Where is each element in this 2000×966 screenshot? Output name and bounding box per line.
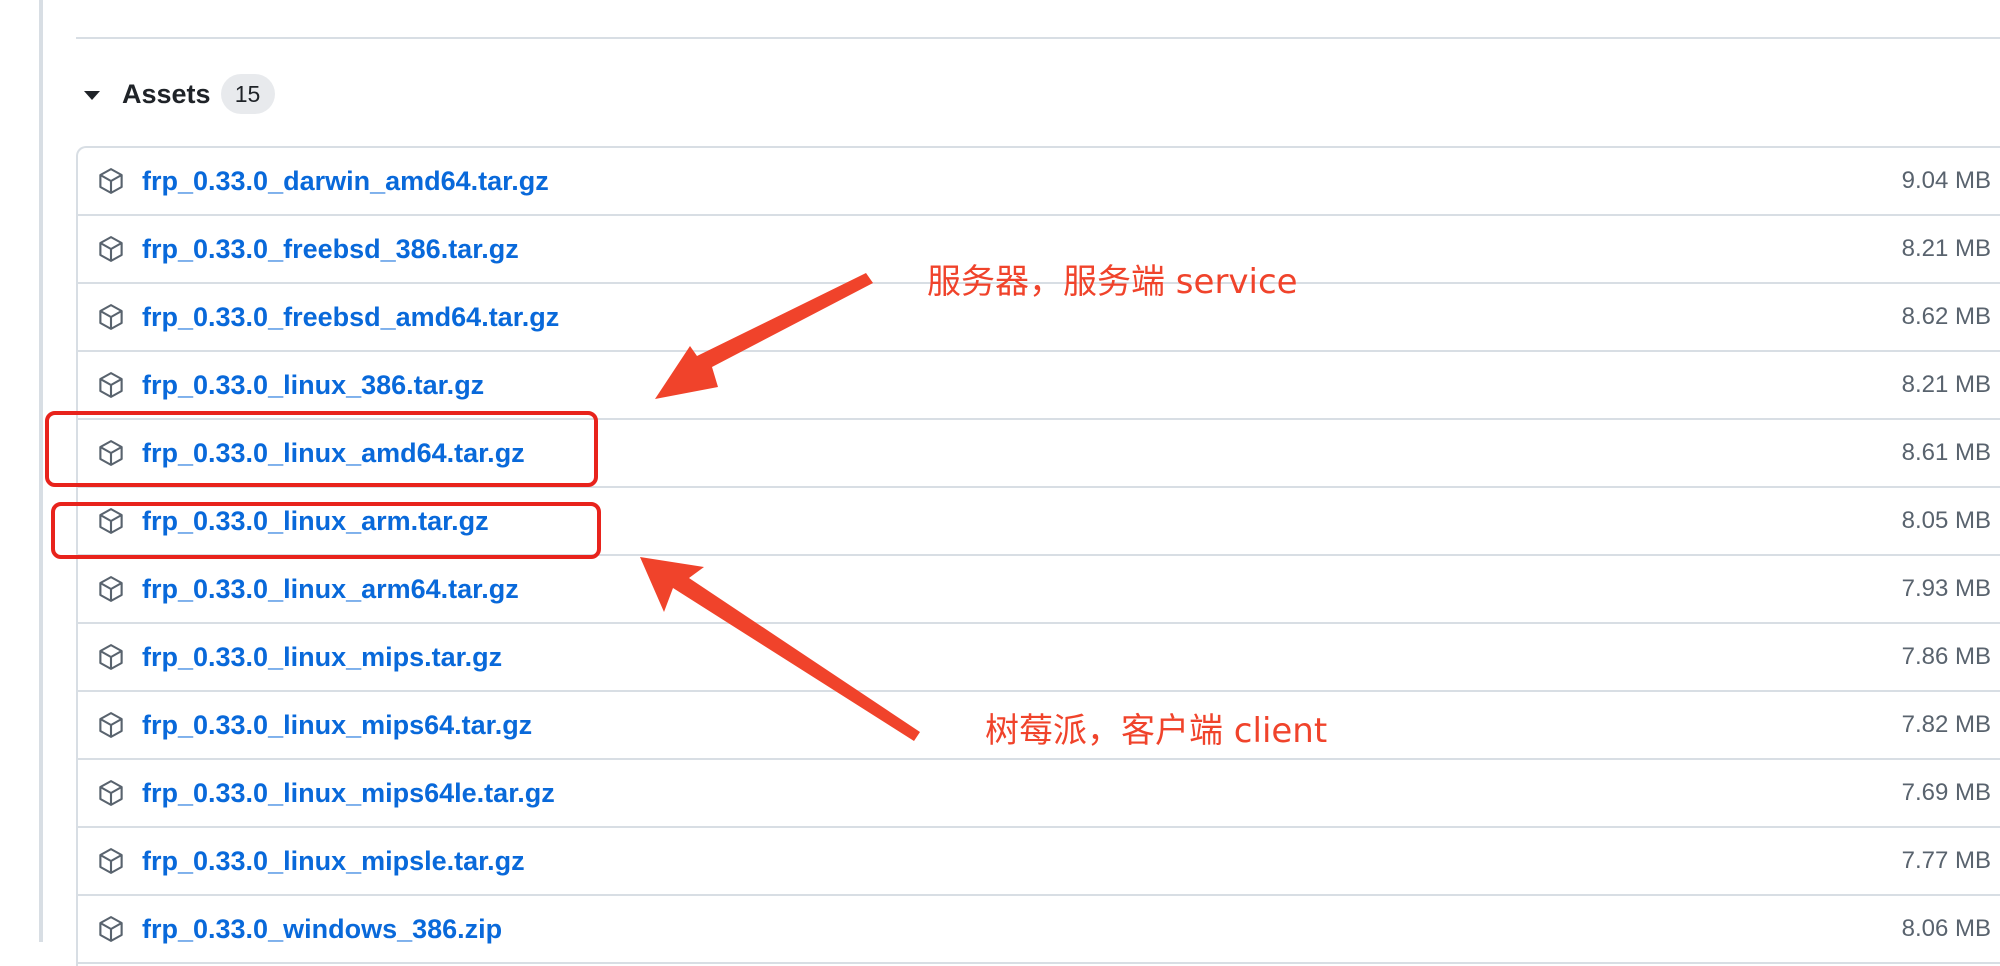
package-icon — [94, 164, 128, 198]
assets-count-badge: 15 — [220, 74, 275, 114]
asset-download-link[interactable]: frp_0.33.0_linux_mips.tar.gz — [142, 642, 502, 673]
package-icon — [94, 912, 128, 946]
package-icon — [94, 232, 128, 266]
asset-size: 7.82 MB — [1901, 711, 1991, 738]
asset-download-link[interactable]: frp_0.33.0_linux_arm64.tar.gz — [142, 574, 519, 605]
section-divider — [76, 37, 2000, 39]
asset-row: frp_0.33.0_linux_mips64.tar.gz 7.82 MB — [78, 692, 2000, 760]
asset-row: frp_0.33.0_linux_amd64.tar.gz 8.61 MB — [78, 420, 2000, 488]
asset-download-link[interactable]: frp_0.33.0_linux_mips64.tar.gz — [142, 710, 532, 741]
package-icon — [94, 368, 128, 402]
asset-download-link[interactable]: frp_0.33.0_linux_arm.tar.gz — [142, 506, 489, 537]
asset-size: 7.86 MB — [1901, 643, 1991, 670]
asset-row: frp_0.33.0_linux_mipsle.tar.gz 7.77 MB — [78, 828, 2000, 896]
asset-row: frp_0.33.0_linux_arm64.tar.gz 7.93 MB — [78, 556, 2000, 624]
asset-size: 8.06 MB — [1901, 915, 1991, 942]
asset-size: 7.93 MB — [1901, 575, 1991, 602]
asset-size: 8.21 MB — [1901, 371, 1991, 398]
asset-download-link[interactable]: frp_0.33.0_freebsd_amd64.tar.gz — [142, 302, 559, 333]
asset-size: 8.61 MB — [1901, 439, 1991, 466]
asset-row: frp_0.33.0_linux_arm.tar.gz 8.05 MB — [78, 488, 2000, 556]
package-icon — [94, 572, 128, 606]
package-icon — [94, 776, 128, 810]
asset-row: frp_0.33.0_freebsd_amd64.tar.gz 8.62 MB — [78, 284, 2000, 352]
asset-download-link[interactable]: frp_0.33.0_linux_386.tar.gz — [142, 370, 484, 401]
asset-size: 9.04 MB — [1901, 167, 1991, 194]
asset-download-link[interactable]: frp_0.33.0_darwin_amd64.tar.gz — [142, 166, 549, 197]
asset-download-link[interactable]: frp_0.33.0_linux_amd64.tar.gz — [142, 438, 525, 469]
asset-row: frp_0.33.0_darwin_amd64.tar.gz 9.04 MB — [78, 148, 2000, 216]
asset-download-link[interactable]: frp_0.33.0_linux_mips64le.tar.gz — [142, 778, 555, 809]
asset-download-link[interactable]: frp_0.33.0_windows_386.zip — [142, 914, 502, 945]
asset-size: 8.62 MB — [1901, 303, 1991, 330]
asset-list: frp_0.33.0_darwin_amd64.tar.gz 9.04 MB f… — [76, 146, 2000, 966]
package-icon — [94, 300, 128, 334]
assets-header[interactable]: Assets 15 — [80, 72, 275, 116]
asset-size: 8.05 MB — [1901, 507, 1991, 534]
package-icon — [94, 436, 128, 470]
asset-download-link[interactable]: frp_0.33.0_freebsd_386.tar.gz — [142, 234, 519, 265]
package-icon — [94, 504, 128, 538]
assets-title: Assets — [122, 78, 211, 109]
asset-row: frp_0.33.0_linux_mips64le.tar.gz 7.69 MB — [78, 760, 2000, 828]
asset-size: 8.21 MB — [1901, 235, 1991, 262]
package-icon — [94, 640, 128, 674]
asset-size: 7.77 MB — [1901, 847, 1991, 874]
package-icon — [94, 844, 128, 878]
caret-down-icon[interactable] — [84, 90, 100, 100]
asset-size: 7.69 MB — [1901, 779, 1991, 806]
left-border — [39, 0, 43, 942]
asset-row: frp_0.33.0_windows_386.zip 8.06 MB — [78, 896, 2000, 964]
asset-row: frp_0.33.0_linux_386.tar.gz 8.21 MB — [78, 352, 2000, 420]
package-icon — [94, 708, 128, 742]
asset-row: frp_0.33.0_freebsd_386.tar.gz 8.21 MB — [78, 216, 2000, 284]
asset-download-link[interactable]: frp_0.33.0_linux_mipsle.tar.gz — [142, 846, 525, 877]
asset-row: frp_0.33.0_linux_mips.tar.gz 7.86 MB — [78, 624, 2000, 692]
